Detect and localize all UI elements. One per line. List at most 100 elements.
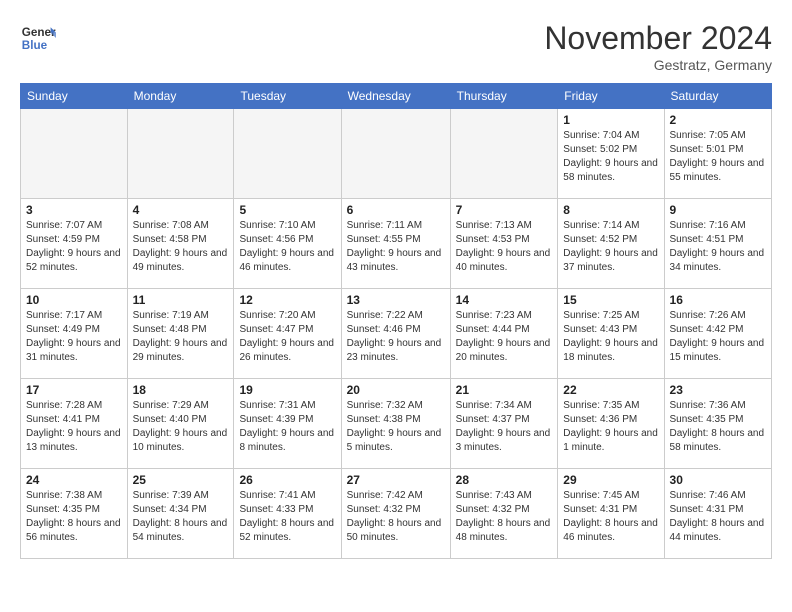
day-info: Sunrise: 7:45 AM Sunset: 4:31 PM Dayligh… [563, 489, 658, 545]
day-info: Sunrise: 7:07 AM Sunset: 4:59 PM Dayligh… [26, 219, 122, 275]
header-sunday: Sunday [21, 84, 128, 109]
page-header: General Blue November 2024 Gestratz, Ger… [20, 20, 772, 73]
day-number: 24 [26, 473, 122, 487]
day-info: Sunrise: 7:43 AM Sunset: 4:32 PM Dayligh… [456, 489, 553, 545]
day-info: Sunrise: 7:36 AM Sunset: 4:35 PM Dayligh… [670, 399, 766, 455]
day-cell: 7 Sunrise: 7:13 AM Sunset: 4:53 PM Daylig… [450, 199, 558, 289]
day-number: 3 [26, 203, 122, 217]
week-row-4: 17 Sunrise: 7:28 AM Sunset: 4:41 PM Dayli… [21, 379, 772, 469]
day-number: 30 [670, 473, 766, 487]
day-cell [21, 109, 128, 199]
day-info: Sunrise: 7:41 AM Sunset: 4:33 PM Dayligh… [239, 489, 335, 545]
day-cell: 10 Sunrise: 7:17 AM Sunset: 4:49 PM Dayli… [21, 289, 128, 379]
day-cell: 16Sunrise: 7:26 AM Sunset: 4:42 PM Dayli… [664, 289, 771, 379]
day-info: Sunrise: 7:39 AM Sunset: 4:34 PM Dayligh… [133, 489, 229, 545]
day-number: 12 [239, 293, 335, 307]
day-info: Sunrise: 7:16 AM Sunset: 4:51 PM Dayligh… [670, 219, 766, 275]
day-cell: 21 Sunrise: 7:34 AM Sunset: 4:37 PM Dayli… [450, 379, 558, 469]
day-number: 8 [563, 203, 658, 217]
day-cell: 28 Sunrise: 7:43 AM Sunset: 4:32 PM Dayli… [450, 469, 558, 559]
day-number: 7 [456, 203, 553, 217]
day-cell: 1 Sunrise: 7:04 AM Sunset: 5:02 PM Daylig… [558, 109, 664, 199]
day-number: 10 [26, 293, 122, 307]
week-row-1: 1 Sunrise: 7:04 AM Sunset: 5:02 PM Daylig… [21, 109, 772, 199]
day-number: 2 [670, 113, 766, 127]
week-row-2: 3 Sunrise: 7:07 AM Sunset: 4:59 PM Daylig… [21, 199, 772, 289]
header-monday: Monday [127, 84, 234, 109]
day-info: Sunrise: 7:29 AM Sunset: 4:40 PM Dayligh… [133, 399, 229, 455]
day-info: Sunrise: 7:17 AM Sunset: 4:49 PM Dayligh… [26, 309, 122, 365]
day-info: Sunrise: 7:28 AM Sunset: 4:41 PM Dayligh… [26, 399, 122, 455]
day-number: 15 [563, 293, 658, 307]
day-cell: 4Sunrise: 7:08 AM Sunset: 4:58 PM Daylig… [127, 199, 234, 289]
day-info: Sunrise: 7:31 AM Sunset: 4:39 PM Dayligh… [239, 399, 335, 455]
day-number: 11 [133, 293, 229, 307]
day-number: 9 [670, 203, 766, 217]
day-cell: 5Sunrise: 7:10 AM Sunset: 4:56 PM Daylig… [234, 199, 341, 289]
day-cell: 30Sunrise: 7:46 AM Sunset: 4:31 PM Dayli… [664, 469, 771, 559]
day-cell: 19Sunrise: 7:31 AM Sunset: 4:39 PM Dayli… [234, 379, 341, 469]
header-row: SundayMondayTuesdayWednesdayThursdayFrid… [21, 84, 772, 109]
day-number: 17 [26, 383, 122, 397]
day-cell: 14 Sunrise: 7:23 AM Sunset: 4:44 PM Dayli… [450, 289, 558, 379]
day-cell: 23 Sunrise: 7:36 AM Sunset: 4:35 PM Dayli… [664, 379, 771, 469]
day-info: Sunrise: 7:11 AM Sunset: 4:55 PM Dayligh… [347, 219, 445, 275]
day-info: Sunrise: 7:34 AM Sunset: 4:37 PM Dayligh… [456, 399, 553, 455]
day-info: Sunrise: 7:04 AM Sunset: 5:02 PM Dayligh… [563, 129, 658, 185]
svg-text:Blue: Blue [22, 39, 48, 52]
day-number: 13 [347, 293, 445, 307]
day-cell: 24Sunrise: 7:38 AM Sunset: 4:35 PM Dayli… [21, 469, 128, 559]
day-cell: 6 Sunrise: 7:11 AM Sunset: 4:55 PM Daylig… [341, 199, 450, 289]
location: Gestratz, Germany [544, 57, 772, 73]
day-number: 25 [133, 473, 229, 487]
day-cell: 27 Sunrise: 7:42 AM Sunset: 4:32 PM Dayli… [341, 469, 450, 559]
day-cell: 22 Sunrise: 7:35 AM Sunset: 4:36 PM Dayli… [558, 379, 664, 469]
day-cell: 2Sunrise: 7:05 AM Sunset: 5:01 PM Daylig… [664, 109, 771, 199]
logo-icon: General Blue [20, 20, 56, 56]
week-row-3: 10 Sunrise: 7:17 AM Sunset: 4:49 PM Dayli… [21, 289, 772, 379]
day-number: 20 [347, 383, 445, 397]
day-cell: 29 Sunrise: 7:45 AM Sunset: 4:31 PM Dayli… [558, 469, 664, 559]
day-cell [450, 109, 558, 199]
day-number: 6 [347, 203, 445, 217]
calendar-table: SundayMondayTuesdayWednesdayThursdayFrid… [20, 83, 772, 559]
day-cell: 20 Sunrise: 7:32 AM Sunset: 4:38 PM Dayli… [341, 379, 450, 469]
day-info: Sunrise: 7:23 AM Sunset: 4:44 PM Dayligh… [456, 309, 553, 365]
day-cell: 15 Sunrise: 7:25 AM Sunset: 4:43 PM Dayli… [558, 289, 664, 379]
day-cell: 26 Sunrise: 7:41 AM Sunset: 4:33 PM Dayli… [234, 469, 341, 559]
day-cell: 8 Sunrise: 7:14 AM Sunset: 4:52 PM Daylig… [558, 199, 664, 289]
day-cell: 3 Sunrise: 7:07 AM Sunset: 4:59 PM Daylig… [21, 199, 128, 289]
day-info: Sunrise: 7:13 AM Sunset: 4:53 PM Dayligh… [456, 219, 553, 275]
header-friday: Friday [558, 84, 664, 109]
day-number: 16 [670, 293, 766, 307]
day-info: Sunrise: 7:22 AM Sunset: 4:46 PM Dayligh… [347, 309, 445, 365]
day-cell: 18 Sunrise: 7:29 AM Sunset: 4:40 PM Dayli… [127, 379, 234, 469]
day-cell: 12 Sunrise: 7:20 AM Sunset: 4:47 PM Dayli… [234, 289, 341, 379]
header-wednesday: Wednesday [341, 84, 450, 109]
day-info: Sunrise: 7:35 AM Sunset: 4:36 PM Dayligh… [563, 399, 658, 455]
day-number: 4 [133, 203, 229, 217]
header-saturday: Saturday [664, 84, 771, 109]
day-info: Sunrise: 7:19 AM Sunset: 4:48 PM Dayligh… [133, 309, 229, 365]
day-number: 14 [456, 293, 553, 307]
day-number: 22 [563, 383, 658, 397]
day-cell: 11 Sunrise: 7:19 AM Sunset: 4:48 PM Dayli… [127, 289, 234, 379]
day-info: Sunrise: 7:20 AM Sunset: 4:47 PM Dayligh… [239, 309, 335, 365]
day-info: Sunrise: 7:42 AM Sunset: 4:32 PM Dayligh… [347, 489, 445, 545]
day-number: 18 [133, 383, 229, 397]
day-number: 27 [347, 473, 445, 487]
day-cell: 25 Sunrise: 7:39 AM Sunset: 4:34 PM Dayli… [127, 469, 234, 559]
day-number: 26 [239, 473, 335, 487]
day-cell: 17 Sunrise: 7:28 AM Sunset: 4:41 PM Dayli… [21, 379, 128, 469]
day-number: 23 [670, 383, 766, 397]
month-title: November 2024 [544, 20, 772, 57]
day-number: 21 [456, 383, 553, 397]
day-info: Sunrise: 7:32 AM Sunset: 4:38 PM Dayligh… [347, 399, 445, 455]
day-cell [234, 109, 341, 199]
day-number: 29 [563, 473, 658, 487]
day-number: 5 [239, 203, 335, 217]
day-info: Sunrise: 7:14 AM Sunset: 4:52 PM Dayligh… [563, 219, 658, 275]
day-info: Sunrise: 7:25 AM Sunset: 4:43 PM Dayligh… [563, 309, 658, 365]
day-number: 28 [456, 473, 553, 487]
day-number: 1 [563, 113, 658, 127]
